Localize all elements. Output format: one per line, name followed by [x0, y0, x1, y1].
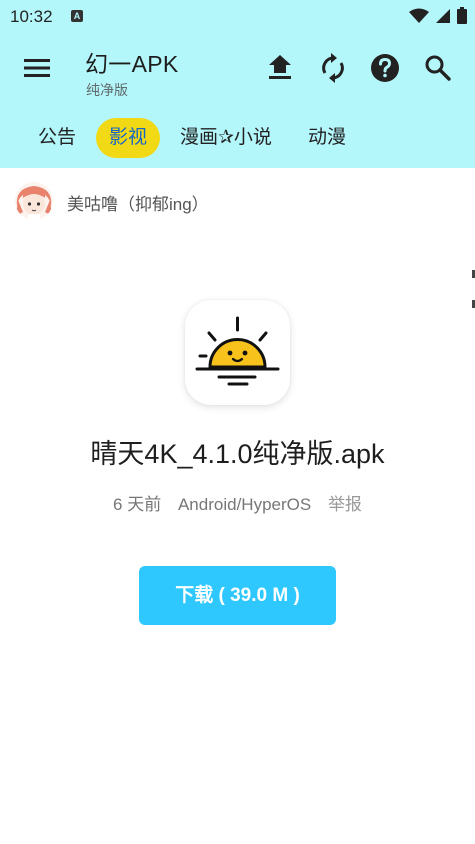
- report-link[interactable]: 举报: [328, 495, 362, 514]
- notification-a-icon: A: [71, 10, 83, 22]
- app-title: 幻一APK: [85, 51, 179, 77]
- author-row: 美咕噜（抑郁ing）: [0, 168, 475, 232]
- upload-icon[interactable]: [265, 53, 295, 83]
- app-screen: 10:32 A 幻一APK 纯净版 公告 影视 漫画✰小说 动漫 美咕噜（抑郁i…: [0, 0, 475, 844]
- tab-movies[interactable]: 影视: [96, 118, 160, 158]
- app-subtitle: 纯净版: [86, 82, 128, 98]
- search-icon[interactable]: [423, 53, 453, 83]
- avatar[interactable]: [15, 182, 53, 220]
- tab-comics-novels[interactable]: 漫画✰小说: [168, 118, 284, 158]
- status-bar: 10:32 A: [0, 0, 475, 32]
- help-icon[interactable]: [370, 53, 400, 83]
- tab-anime[interactable]: 动漫: [296, 118, 358, 158]
- meta-row: 6 天前 Android/HyperOS 举报: [0, 490, 475, 515]
- download-button[interactable]: 下载 ( 39.0 M ): [139, 566, 336, 625]
- signal-icon: [436, 8, 450, 23]
- app-icon: [185, 300, 290, 405]
- author-name[interactable]: 美咕噜（抑郁ing）: [67, 190, 209, 215]
- battery-icon: [457, 7, 467, 24]
- menu-icon[interactable]: [24, 58, 50, 78]
- category-tabs: 公告 影视 漫画✰小说 动漫: [0, 116, 475, 160]
- wifi-icon: [409, 8, 429, 23]
- file-name: 晴天4K_4.1.0纯净版.apk: [90, 439, 385, 469]
- sunrise-icon: [195, 316, 280, 386]
- tab-announcement[interactable]: 公告: [26, 118, 88, 158]
- app-bar: 幻一APK 纯净版 公告 影视 漫画✰小说 动漫: [0, 32, 475, 168]
- refresh-icon[interactable]: [318, 53, 348, 83]
- status-icons: [409, 7, 467, 24]
- upload-time: 6 天前: [113, 495, 162, 514]
- platform-label: Android/HyperOS: [177, 495, 312, 514]
- status-time: 10:32: [10, 7, 53, 26]
